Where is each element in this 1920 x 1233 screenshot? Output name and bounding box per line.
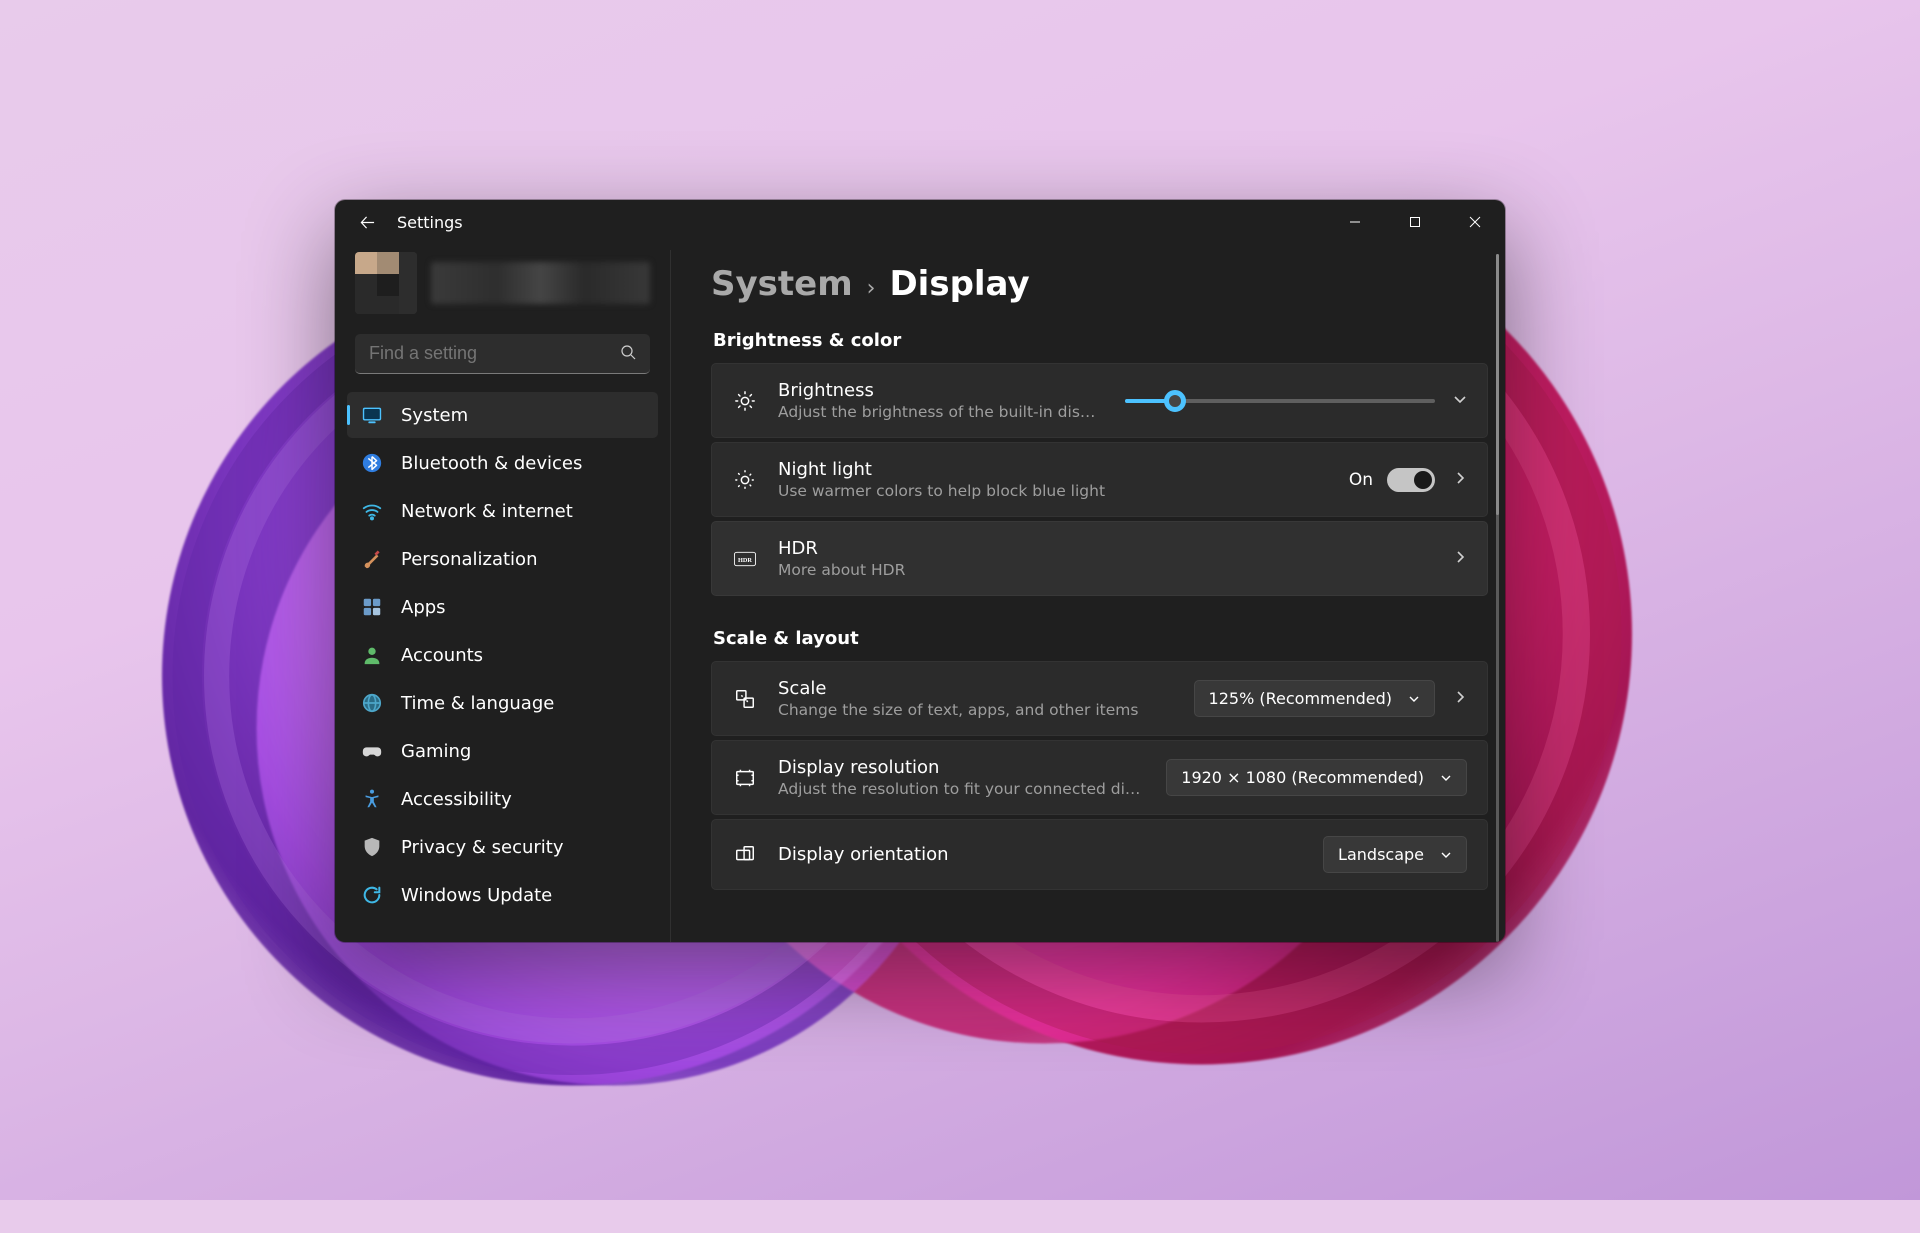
- card-night-light[interactable]: Night light Use warmer colors to help bl…: [711, 442, 1488, 517]
- night-light-icon: [732, 469, 758, 491]
- sidebar: System Bluetooth & devices Network & int…: [335, 244, 670, 942]
- sidebar-item-label: Personalization: [401, 549, 537, 570]
- card-resolution[interactable]: Display resolution Adjust the resolution…: [711, 740, 1488, 815]
- wifi-icon: [361, 500, 383, 522]
- accessibility-icon: [361, 788, 383, 810]
- update-icon: [361, 884, 383, 906]
- card-title: Display orientation: [778, 844, 1303, 865]
- brightness-slider[interactable]: [1125, 399, 1435, 403]
- sidebar-item-label: Gaming: [401, 741, 471, 762]
- sidebar-item-gaming[interactable]: Gaming: [347, 728, 658, 774]
- orientation-icon: [732, 844, 758, 866]
- person-icon: [361, 644, 383, 666]
- toggle-state-label: On: [1349, 470, 1373, 490]
- brightness-icon: [732, 390, 758, 412]
- maximize-button[interactable]: [1385, 200, 1445, 244]
- dropdown-value: 1920 × 1080 (Recommended): [1181, 768, 1424, 787]
- resolution-dropdown[interactable]: 1920 × 1080 (Recommended): [1166, 759, 1467, 796]
- sidebar-item-windows-update[interactable]: Windows Update: [347, 872, 658, 918]
- app-title: Settings: [397, 213, 463, 232]
- globe-clock-icon: [361, 692, 383, 714]
- back-button[interactable]: [351, 206, 383, 238]
- breadcrumb-current: Display: [889, 264, 1029, 304]
- sidebar-item-time-language[interactable]: Time & language: [347, 680, 658, 726]
- dropdown-value: Landscape: [1338, 845, 1424, 864]
- card-subtitle: Use warmer colors to help block blue lig…: [778, 482, 1329, 500]
- svg-text:HDR: HDR: [738, 557, 752, 564]
- search-icon: [620, 344, 636, 364]
- card-scale[interactable]: Scale Change the size of text, apps, and…: [711, 661, 1488, 736]
- user-avatar: [355, 252, 417, 314]
- breadcrumb-parent[interactable]: System: [711, 264, 853, 304]
- resolution-icon: [732, 767, 758, 789]
- sidebar-item-label: Time & language: [401, 693, 554, 714]
- chevron-right-icon: ›: [865, 276, 878, 301]
- paintbrush-icon: [361, 548, 383, 570]
- sidebar-item-label: Accessibility: [401, 789, 512, 810]
- chevron-right-icon[interactable]: [1453, 689, 1467, 708]
- system-icon: [361, 404, 383, 426]
- sidebar-item-privacy[interactable]: Privacy & security: [347, 824, 658, 870]
- sidebar-item-apps[interactable]: Apps: [347, 584, 658, 630]
- card-orientation[interactable]: Display orientation Landscape: [711, 819, 1488, 890]
- card-title: Display resolution: [778, 757, 1146, 778]
- card-subtitle: Adjust the brightness of the built-in di…: [778, 403, 1105, 421]
- sidebar-item-personalization[interactable]: Personalization: [347, 536, 658, 582]
- bluetooth-icon: [361, 452, 383, 474]
- card-subtitle: Adjust the resolution to fit your connec…: [778, 780, 1146, 798]
- sidebar-item-label: Network & internet: [401, 501, 573, 522]
- window-caption-buttons: [1325, 200, 1505, 244]
- dropdown-value: 125% (Recommended): [1209, 689, 1392, 708]
- settings-window: Settings: [335, 200, 1505, 942]
- sidebar-item-label: Bluetooth & devices: [401, 453, 582, 474]
- sidebar-item-network[interactable]: Network & internet: [347, 488, 658, 534]
- scale-icon: [732, 688, 758, 710]
- card-title: HDR: [778, 538, 1433, 559]
- card-subtitle: Change the size of text, apps, and other…: [778, 701, 1174, 719]
- card-title: Scale: [778, 678, 1174, 699]
- hdr-icon: HDR: [732, 548, 758, 570]
- chevron-down-icon[interactable]: [1453, 391, 1467, 410]
- sidebar-item-label: Windows Update: [401, 885, 552, 906]
- sidebar-item-system[interactable]: System: [347, 392, 658, 438]
- sidebar-item-label: System: [401, 405, 468, 426]
- user-account-block[interactable]: [355, 252, 650, 314]
- apps-icon: [361, 596, 383, 618]
- scale-dropdown[interactable]: 125% (Recommended): [1194, 680, 1435, 717]
- content-scrollbar[interactable]: [1496, 254, 1499, 942]
- sidebar-item-label: Accounts: [401, 645, 483, 666]
- card-hdr[interactable]: HDR HDR More about HDR: [711, 521, 1488, 596]
- shield-icon: [361, 836, 383, 858]
- minimize-button[interactable]: [1325, 200, 1385, 244]
- title-bar: Settings: [335, 200, 1505, 244]
- search-container: [355, 334, 650, 374]
- sidebar-item-accounts[interactable]: Accounts: [347, 632, 658, 678]
- sidebar-item-bluetooth[interactable]: Bluetooth & devices: [347, 440, 658, 486]
- user-name-redacted: [431, 262, 650, 304]
- orientation-dropdown[interactable]: Landscape: [1323, 836, 1467, 873]
- breadcrumb: System › Display: [711, 264, 1488, 304]
- search-input[interactable]: [355, 334, 650, 374]
- card-brightness[interactable]: Brightness Adjust the brightness of the …: [711, 363, 1488, 438]
- section-brightness-color: Brightness & color: [713, 330, 1488, 351]
- content-area: System › Display Brightness & color Brig…: [671, 244, 1496, 942]
- card-title: Night light: [778, 459, 1329, 480]
- section-scale-layout: Scale & layout: [713, 628, 1488, 649]
- sidebar-item-label: Privacy & security: [401, 837, 564, 858]
- sidebar-item-accessibility[interactable]: Accessibility: [347, 776, 658, 822]
- night-light-toggle[interactable]: [1387, 468, 1435, 492]
- chevron-right-icon[interactable]: [1453, 470, 1467, 489]
- card-subtitle: More about HDR: [778, 561, 1433, 579]
- gamepad-icon: [361, 740, 383, 762]
- close-button[interactable]: [1445, 200, 1505, 244]
- nav-list: System Bluetooth & devices Network & int…: [347, 392, 658, 918]
- card-title: Brightness: [778, 380, 1105, 401]
- chevron-right-icon[interactable]: [1453, 549, 1467, 568]
- sidebar-item-label: Apps: [401, 597, 446, 618]
